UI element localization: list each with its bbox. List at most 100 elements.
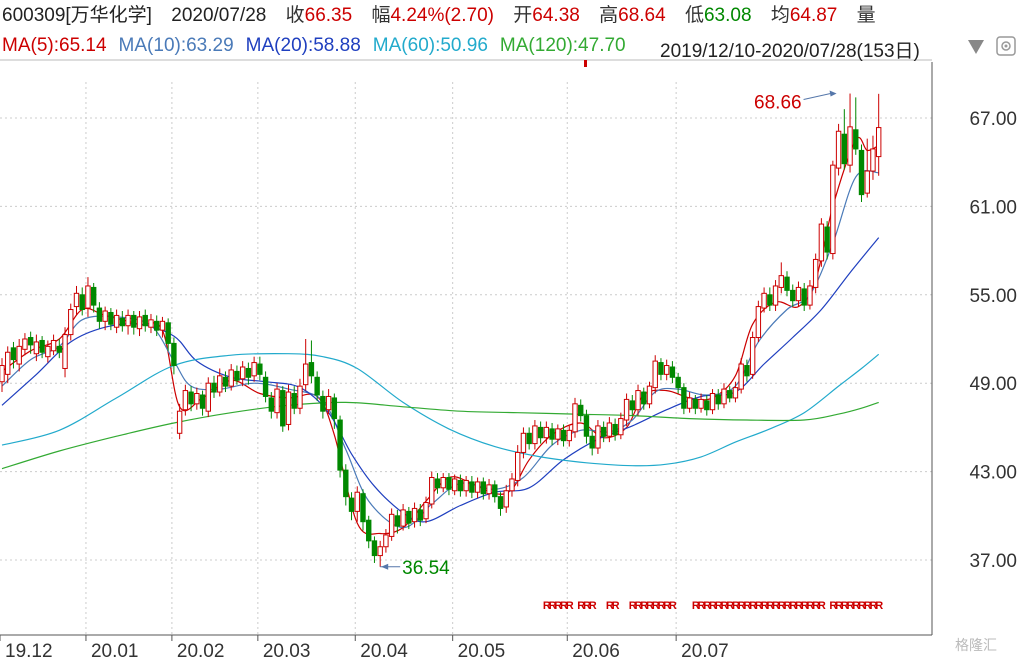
moving-averages — [1, 137, 880, 535]
candle-body — [0, 365, 5, 383]
candle — [669, 361, 676, 384]
cursor-marker — [584, 60, 587, 67]
candle-body — [583, 415, 590, 437]
candle — [16, 339, 22, 372]
y-tick-label: 43.00 — [969, 463, 1017, 484]
y-tick-label: 49.00 — [969, 374, 1017, 395]
x-tick-label: 20.01 — [91, 641, 139, 659]
signal-marker: R — [589, 600, 597, 612]
x-tick-label: 20.06 — [572, 641, 620, 659]
candle-body — [675, 376, 681, 389]
candle-body — [366, 519, 372, 542]
candle-body — [669, 366, 676, 378]
candle-body — [732, 387, 739, 399]
annotation-arrowhead — [381, 563, 389, 570]
settings-icon[interactable] — [996, 36, 1016, 56]
candle — [280, 386, 286, 432]
candle-body — [360, 493, 366, 523]
x-tick-label: 19.12 — [5, 641, 53, 659]
candle — [417, 504, 423, 527]
candle — [469, 476, 475, 499]
candle — [755, 300, 762, 342]
candle-body — [423, 502, 429, 520]
candle — [125, 309, 131, 335]
candle — [663, 359, 670, 381]
candle-body — [194, 393, 200, 405]
candle — [360, 489, 366, 531]
candle — [429, 471, 435, 509]
candle — [835, 123, 842, 176]
candle-body — [131, 314, 137, 328]
candle-body — [337, 419, 343, 471]
dropdown-triangle-icon[interactable] — [968, 40, 984, 54]
candle — [532, 420, 538, 450]
low-annotation: 36.54 — [380, 558, 450, 579]
candle — [578, 399, 584, 422]
candle-body — [847, 126, 853, 166]
candle-body — [16, 345, 22, 365]
candle — [62, 327, 68, 378]
candle — [154, 315, 160, 337]
candle — [366, 515, 372, 549]
candle — [383, 529, 389, 553]
candle-body — [394, 515, 401, 527]
candle — [492, 480, 498, 503]
candle — [371, 536, 378, 563]
candle-body — [228, 369, 234, 387]
candle-body — [744, 365, 750, 377]
candle — [686, 392, 693, 413]
candle — [612, 418, 618, 441]
grid — [0, 82, 932, 635]
candle — [119, 311, 126, 332]
signal-markers: RRRRR RRR RR RRRRRRRR RRRRRRRRRRRRRRRRRRRRRR… — [543, 600, 883, 612]
candle-body — [652, 360, 658, 389]
candle-body — [245, 367, 252, 378]
candle-body — [5, 351, 11, 375]
candle-body — [492, 484, 498, 498]
candle — [830, 160, 836, 260]
candle — [434, 473, 441, 494]
candle-body — [429, 476, 435, 505]
candle — [727, 386, 733, 403]
candle-body — [761, 292, 767, 309]
candle — [618, 412, 624, 440]
candle — [772, 280, 779, 312]
candle — [285, 384, 292, 431]
candle-body — [411, 507, 418, 523]
candle — [56, 339, 62, 359]
candle-body — [721, 388, 727, 405]
candle-body — [400, 509, 406, 527]
candle-body — [749, 337, 756, 375]
candle-body — [755, 306, 762, 339]
date-range-label[interactable]: 2019/12/10-2020/07/28(153日) — [660, 36, 920, 63]
candle-body — [646, 385, 653, 405]
candle — [790, 284, 796, 307]
candle — [343, 464, 349, 506]
candle-body — [159, 320, 166, 331]
candle — [497, 492, 504, 516]
x-tick-label: 20.03 — [263, 641, 311, 659]
candlestick-chart[interactable]: RRRRR RRR RR RRRRRRRR RRRRRRRRRRRRRRRRRRRRRR… — [0, 0, 1032, 659]
candle-body — [795, 286, 802, 302]
candle — [704, 394, 710, 416]
candle-body — [497, 496, 504, 509]
candle-body — [727, 390, 733, 399]
candle-body — [113, 314, 120, 328]
candle — [188, 386, 194, 412]
candle-body — [572, 403, 578, 433]
candle — [199, 390, 206, 416]
candle-body — [280, 390, 286, 427]
candle-body — [537, 426, 544, 439]
candle — [108, 308, 114, 331]
candle-body — [463, 479, 469, 492]
candle-body — [778, 275, 784, 288]
signal-marker: R — [612, 600, 620, 612]
candle — [0, 358, 5, 393]
candle-body — [314, 376, 320, 396]
candle — [136, 311, 143, 337]
candle — [778, 262, 784, 294]
candle — [308, 340, 315, 384]
candle — [629, 394, 635, 416]
candle-body — [835, 130, 842, 169]
candle — [807, 280, 813, 310]
